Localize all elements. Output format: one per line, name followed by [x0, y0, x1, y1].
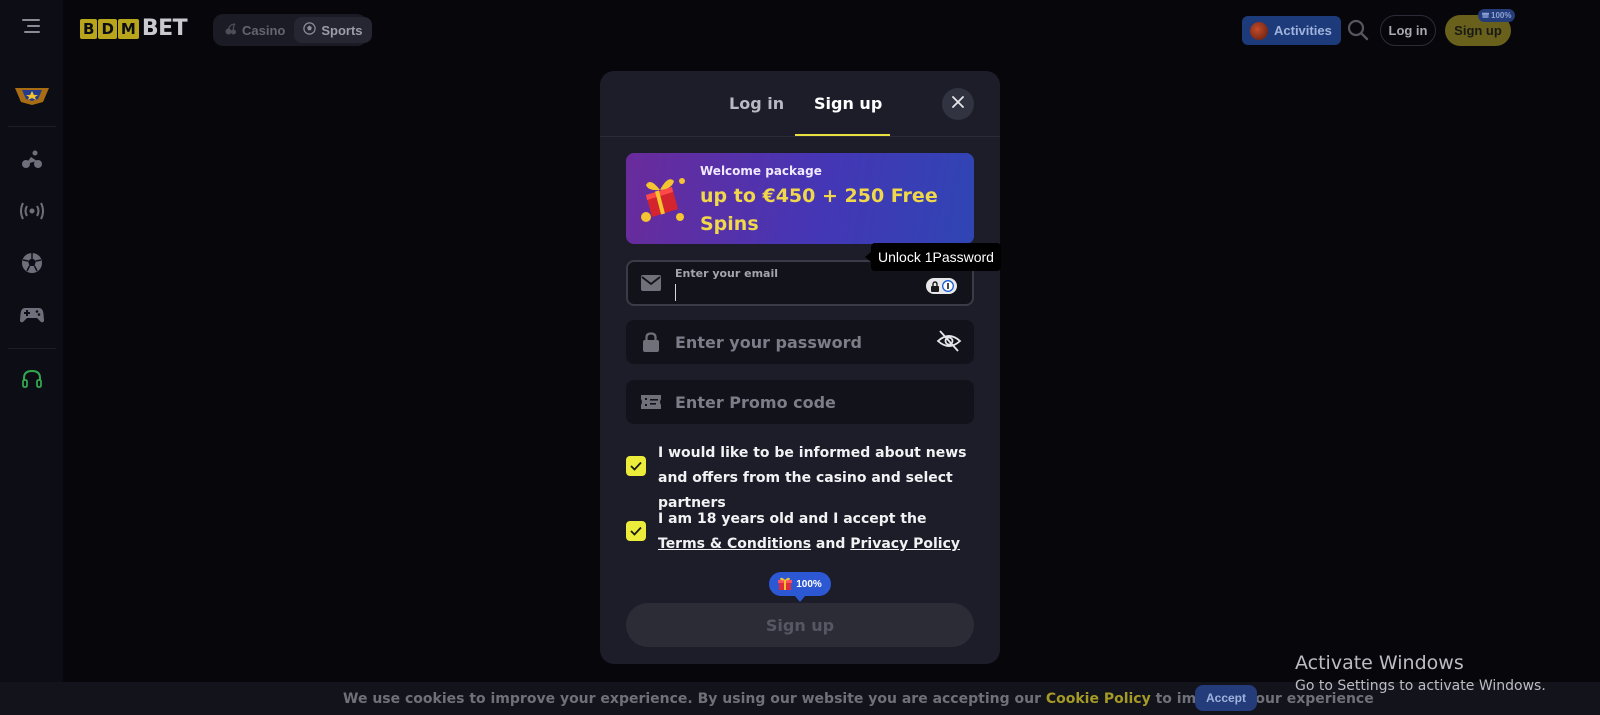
- cookie-text-before: We use cookies to improve your experienc…: [343, 691, 1046, 707]
- live-broadcast-icon[interactable]: [20, 199, 44, 223]
- watermark-title: Activate Windows: [1295, 652, 1464, 674]
- password-placeholder: Enter your password: [675, 333, 862, 352]
- soccer-ball-icon[interactable]: [20, 251, 44, 275]
- tab-sports-label: Sports: [321, 22, 363, 38]
- gamepad-icon[interactable]: [20, 303, 44, 327]
- welcome-banner: Welcome package up to €450 + 250 Free Sp…: [626, 153, 974, 244]
- eye-slash-icon[interactable]: [936, 328, 962, 354]
- cookie-policy-link[interactable]: Cookie Policy: [1046, 691, 1151, 707]
- activities-icon: [1250, 21, 1268, 40]
- email-label: Enter your email: [675, 267, 779, 280]
- bonus-progress-badge: 100%: [769, 572, 831, 602]
- terms-link[interactable]: Terms & Conditions: [658, 536, 811, 552]
- active-tab-indicator: [795, 134, 890, 136]
- gift-icon: [778, 576, 793, 593]
- header-login-button[interactable]: Log in: [1380, 15, 1436, 46]
- ticket-icon: [640, 391, 662, 413]
- password-manager-button[interactable]: [926, 278, 957, 294]
- product-switcher: Casino Sports: [213, 14, 372, 46]
- password-field[interactable]: Enter your password: [626, 320, 974, 364]
- close-icon: [952, 95, 964, 113]
- password-manager-tooltip: Unlock 1Password: [865, 243, 1001, 271]
- headset-icon[interactable]: [20, 367, 44, 391]
- vip-badge-icon[interactable]: [13, 84, 51, 106]
- cookie-accept-button[interactable]: Accept: [1195, 685, 1257, 711]
- sidebar: [0, 0, 63, 682]
- search-icon[interactable]: [1346, 18, 1370, 42]
- windows-activation-watermark: Activate Windows Go to Settings to activ…: [1295, 651, 1546, 697]
- terms-middle: and: [811, 536, 851, 552]
- menu-icon[interactable]: [20, 14, 44, 38]
- activities-label: Activities: [1274, 23, 1332, 38]
- promo-code-field[interactable]: Enter Promo code: [626, 380, 974, 424]
- lock-icon: [640, 331, 662, 353]
- onepassword-icon: [941, 280, 954, 292]
- logo-letter: D: [98, 18, 117, 39]
- signup-submit-button[interactable]: Sign up: [626, 603, 974, 647]
- newsletter-label: I would like to be informed about news a…: [658, 445, 967, 511]
- close-button[interactable]: [942, 88, 974, 120]
- signup-modal: Log in Sign up Welcome package up to €45…: [600, 71, 1000, 664]
- bonus-badge-label: 100%: [796, 578, 822, 590]
- welcome-offer: up to €450 + 250 Free Spins: [700, 185, 938, 235]
- welcome-package-label: Welcome package: [700, 164, 822, 178]
- logo-letter: M: [117, 18, 139, 39]
- check-icon: [630, 526, 642, 536]
- sidebar-divider: [8, 126, 56, 127]
- tab-sports[interactable]: Sports: [294, 17, 372, 43]
- terms-checkbox[interactable]: [626, 521, 646, 541]
- newsletter-checkbox[interactable]: [626, 456, 646, 476]
- gift-icon: [1482, 11, 1489, 20]
- tab-casino-label: Casino: [242, 22, 286, 38]
- newsletter-consent: I would like to be informed about news a…: [626, 441, 974, 511]
- logo-letter: B: [80, 18, 98, 39]
- promo-placeholder: Enter Promo code: [675, 393, 836, 412]
- tab-signup[interactable]: Sign up: [814, 94, 882, 113]
- signup-badge-label: 100%: [1491, 11, 1512, 20]
- privacy-link[interactable]: Privacy Policy: [850, 536, 960, 552]
- terms-prefix: I am 18 years old and I accept the: [658, 511, 927, 527]
- gift-box-icon: [638, 173, 688, 225]
- logo-text: BET: [141, 16, 188, 41]
- activities-button[interactable]: Activities: [1242, 16, 1341, 45]
- tab-login[interactable]: Log in: [729, 94, 784, 113]
- envelope-icon: [640, 272, 662, 294]
- check-icon: [630, 461, 642, 471]
- text-cursor: [675, 284, 676, 301]
- terms-label: I am 18 years old and I accept the Terms…: [658, 507, 968, 557]
- brand-logo[interactable]: B D M BET: [80, 16, 188, 41]
- watermark-subtitle: Go to Settings to activate Windows.: [1295, 678, 1546, 694]
- sidebar-divider: [8, 348, 56, 349]
- tab-casino[interactable]: Casino: [216, 17, 294, 43]
- auth-tabs: Log in Sign up: [600, 71, 1000, 137]
- cherries-icon: [225, 22, 237, 38]
- lock-icon: [930, 280, 939, 292]
- age-terms-consent: I am 18 years old and I accept the Terms…: [626, 507, 974, 557]
- soccer-ball-icon: [303, 22, 317, 38]
- bicycle-icon[interactable]: [20, 148, 44, 172]
- signup-bonus-badge: 100%: [1478, 9, 1516, 22]
